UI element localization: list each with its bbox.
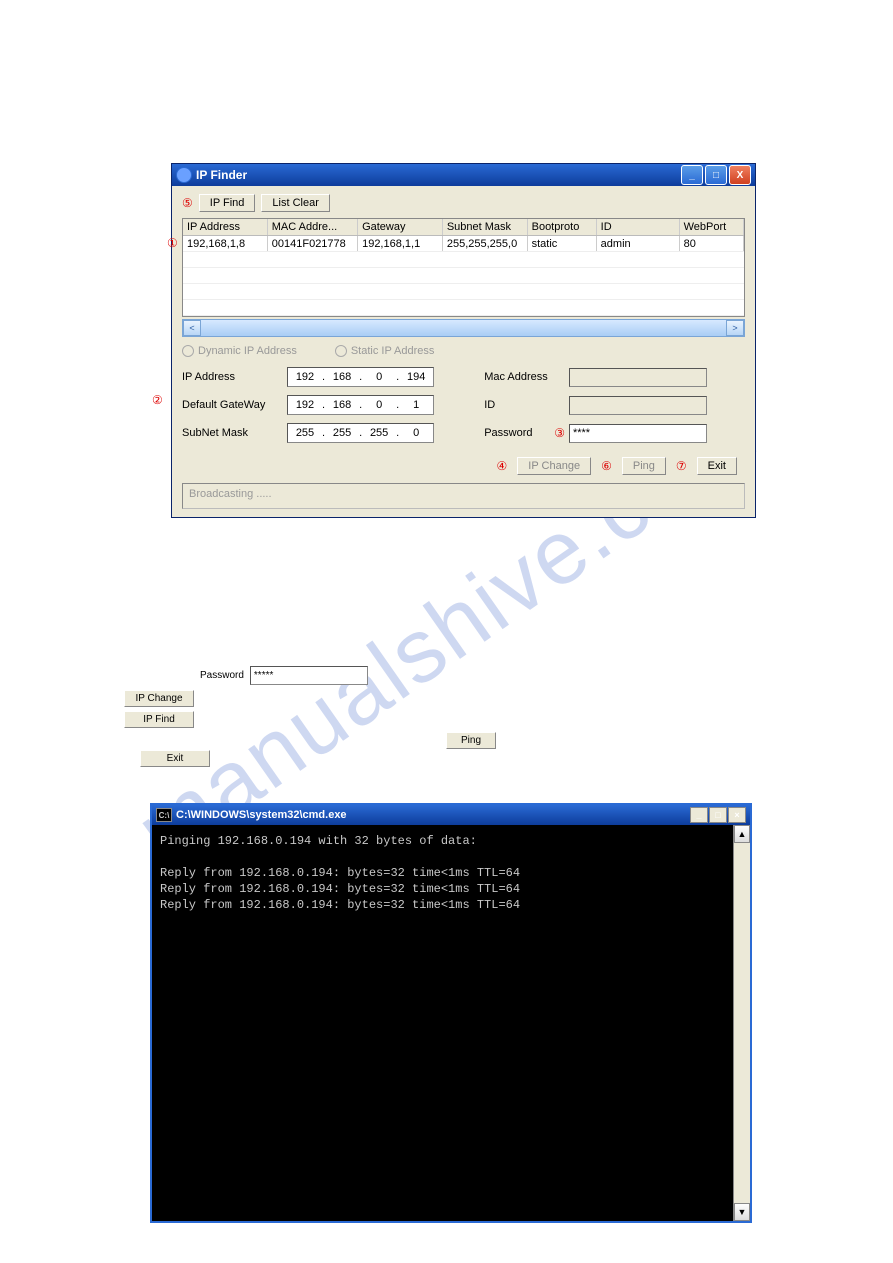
annotation-1: ① [167,236,178,250]
vertical-scrollbar[interactable]: ▲ ▼ [733,825,750,1221]
window-title: IP Finder [196,168,247,182]
cmd-maximize-button[interactable]: □ [709,807,727,823]
table-row[interactable] [183,284,744,300]
column-header[interactable]: Bootproto [528,219,597,235]
standalone-ip-find-button[interactable]: IP Find [124,711,194,728]
device-table: IP AddressMAC Addre...GatewaySubnet Mask… [182,218,745,317]
annotation-4: ④ [497,459,508,473]
ip-find-button[interactable]: IP Find [199,194,256,212]
annotation-3: ③ [554,426,565,440]
cell: static [528,236,597,251]
mac-input [569,368,707,387]
scroll-left-icon[interactable]: < [183,320,201,336]
cell: 192,168,1,8 [183,236,268,251]
maximize-button[interactable]: □ [705,165,727,185]
scroll-down-icon[interactable]: ▼ [734,1203,750,1221]
password-input[interactable] [569,424,707,443]
standalone-exit-button[interactable]: Exit [140,750,210,767]
ip-octet-4[interactable] [399,371,433,383]
cell: 00141F021778 [268,236,358,251]
status-bar: Broadcasting ..... [182,483,745,509]
dynamic-ip-radio [182,345,194,357]
gw-octet-3[interactable] [362,399,396,411]
scroll-up-icon[interactable]: ▲ [734,825,750,843]
gateway-label: Default GateWay [182,399,287,411]
standalone-password-label: Password [200,670,244,681]
annotation-6: ⑥ [601,459,612,473]
scroll-right-icon[interactable]: > [726,320,744,336]
annotation-5: ⑤ [182,196,193,210]
gw-octet-1[interactable] [288,399,322,411]
ip-octet-3[interactable] [362,371,396,383]
column-header[interactable]: IP Address [183,219,268,235]
cell: admin [597,236,680,251]
sn-octet-1[interactable] [288,427,322,439]
id-label: ID [484,399,569,411]
table-row[interactable] [183,268,744,284]
cell: 80 [680,236,744,251]
cell: 255,255,255,0 [443,236,528,251]
column-header[interactable]: Gateway [358,219,443,235]
ping-button[interactable]: Ping [622,457,666,475]
cmd-title: C:\WINDOWS\system32\cmd.exe [176,809,347,821]
horizontal-scrollbar[interactable]: < > [182,319,745,337]
table-row[interactable]: 192,168,1,800141F021778192,168,1,1255,25… [183,236,744,252]
column-header[interactable]: Subnet Mask [443,219,528,235]
sn-octet-4[interactable] [399,427,433,439]
static-ip-radio [335,345,347,357]
ip-address-label: IP Address [182,371,287,383]
sn-octet-3[interactable] [362,427,396,439]
gw-octet-2[interactable] [325,399,359,411]
gateway-input[interactable]: . . . [287,395,434,415]
table-row[interactable] [183,252,744,268]
ip-address-input[interactable]: . . . [287,367,434,387]
mac-label: Mac Address [484,371,569,383]
subnet-label: SubNet Mask [182,427,287,439]
dynamic-ip-label: Dynamic IP Address [198,345,297,357]
cmd-minimize-button[interactable]: _ [690,807,708,823]
cmd-titlebar[interactable]: C:\ C:\WINDOWS\system32\cmd.exe _ □ × [152,805,750,825]
annotation-2: ② [152,393,163,407]
subnet-input[interactable]: . . . [287,423,434,443]
cmd-icon: C:\ [156,808,172,822]
password-label: Password [484,427,554,439]
cmd-close-button[interactable]: × [728,807,746,823]
ip-change-button[interactable]: IP Change [517,457,591,475]
cell: 192,168,1,1 [358,236,443,251]
ip-octet-2[interactable] [325,371,359,383]
app-icon [176,167,192,183]
close-button[interactable]: X [729,165,751,185]
standalone-ping-button[interactable]: Ping [446,732,496,749]
table-row[interactable] [183,300,744,316]
standalone-password-input[interactable] [250,666,368,685]
static-ip-label: Static IP Address [351,345,435,357]
sn-octet-2[interactable] [325,427,359,439]
standalone-ip-change-button[interactable]: IP Change [124,690,194,707]
gw-octet-4[interactable] [399,399,433,411]
ip-finder-window: IP Finder _ □ X ⑤ IP Find List Clear IP … [171,163,756,518]
terminal-output: Pinging 192.168.0.194 with 32 bytes of d… [152,825,733,1221]
table-header-row: IP AddressMAC Addre...GatewaySubnet Mask… [183,219,744,236]
column-header[interactable]: MAC Addre... [268,219,358,235]
list-clear-button[interactable]: List Clear [261,194,329,212]
exit-button[interactable]: Exit [697,457,737,475]
id-input [569,396,707,415]
cmd-window: C:\ C:\WINDOWS\system32\cmd.exe _ □ × Pi… [150,803,752,1223]
annotation-7: ⑦ [676,459,687,473]
titlebar[interactable]: IP Finder _ □ X [172,164,755,186]
minimize-button[interactable]: _ [681,165,703,185]
ip-octet-1[interactable] [288,371,322,383]
column-header[interactable]: WebPort [680,219,744,235]
column-header[interactable]: ID [597,219,680,235]
